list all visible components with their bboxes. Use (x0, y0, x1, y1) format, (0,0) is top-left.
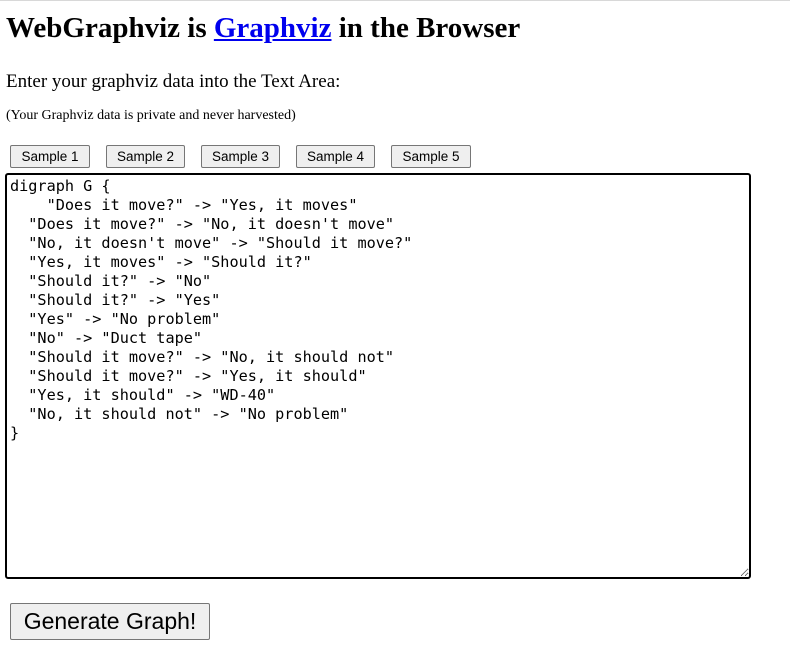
privacy-note: (Your Graphviz data is private and never… (6, 108, 296, 123)
sample-5-button[interactable]: Sample 5 (391, 145, 471, 168)
graphviz-input-textarea[interactable] (5, 173, 751, 579)
generate-graph-button[interactable]: Generate Graph! (10, 603, 210, 640)
page: WebGraphviz is Graphviz in the Browser E… (0, 0, 790, 658)
title-suffix: in the Browser (331, 12, 521, 44)
page-title: WebGraphviz is Graphviz in the Browser (6, 10, 520, 46)
sample-1-button[interactable]: Sample 1 (10, 145, 90, 168)
graphviz-link[interactable]: Graphviz (214, 12, 332, 44)
sample-3-button[interactable]: Sample 3 (201, 145, 280, 168)
title-prefix: WebGraphviz is (6, 12, 214, 44)
sample-2-button[interactable]: Sample 2 (106, 145, 185, 168)
sample-4-button[interactable]: Sample 4 (296, 145, 375, 168)
instructions-text: Enter your graphviz data into the Text A… (6, 71, 341, 92)
